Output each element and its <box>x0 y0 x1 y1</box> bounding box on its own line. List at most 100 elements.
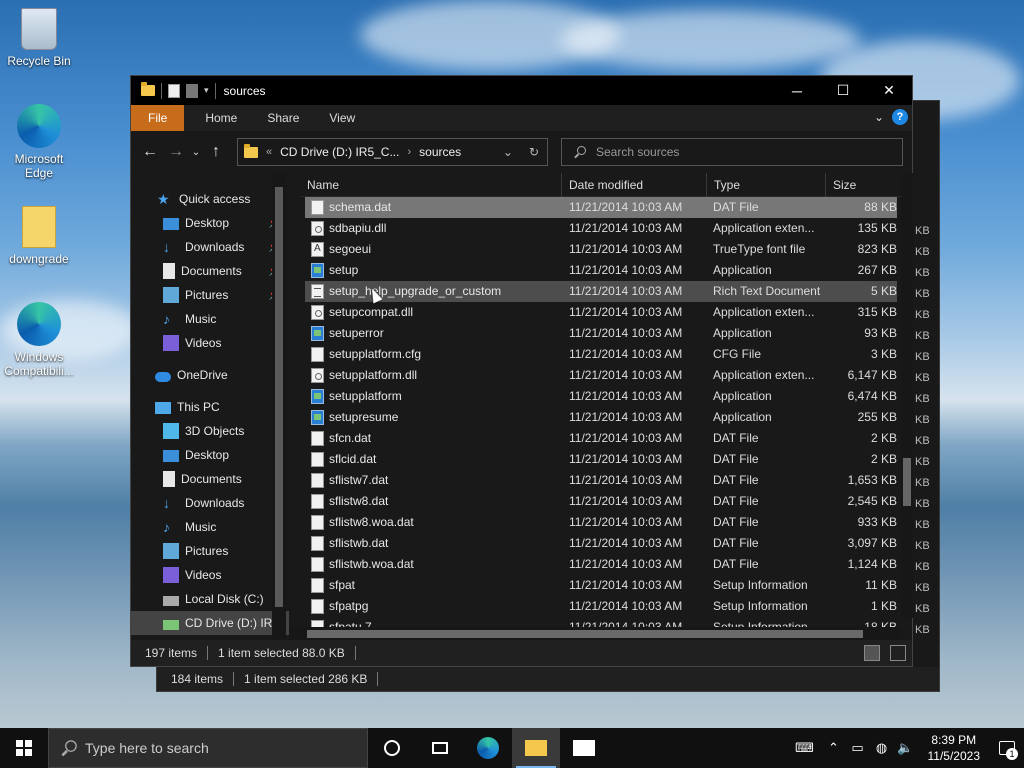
table-row[interactable]: setupplatform 11/21/2014 10:03 AM Applicat… <box>305 386 897 407</box>
refresh-icon[interactable]: ↻ <box>529 145 539 159</box>
folder-icon <box>141 82 155 96</box>
close-button[interactable]: ✕ <box>866 76 912 105</box>
nav-item-downloads[interactable]: ↓ Downloads <box>131 491 289 515</box>
explorer-window[interactable]: ▾ sources ─ ☐ ✕ File Home Share View ⌄ ?… <box>130 75 913 667</box>
nav-scrollbar[interactable] <box>272 173 286 641</box>
table-row[interactable]: sdbapiu.dll 11/21/2014 10:03 AM Applicatio… <box>305 218 897 239</box>
address-bar[interactable]: « CD Drive (D:) IR5_C... › sources ⌄ ↻ <box>237 138 548 166</box>
table-row[interactable]: sflistw8.dat 11/21/2014 10:03 AM DAT File 2… <box>305 491 897 512</box>
file-list-scrollbar[interactable] <box>901 173 913 618</box>
task-view-button[interactable] <box>416 728 464 768</box>
scrollbar-thumb[interactable] <box>903 458 911 506</box>
address-overflow[interactable]: « <box>266 146 272 158</box>
expand-ribbon-icon[interactable]: ⌄ <box>874 110 884 124</box>
table-row[interactable]: sfcn.dat 11/21/2014 10:03 AM DAT File 2 KB <box>305 428 897 449</box>
help-icon[interactable]: ? <box>892 109 908 125</box>
chevron-down-icon[interactable]: ⌄ <box>503 145 513 159</box>
table-row[interactable]: sfpatpg 11/21/2014 10:03 AM Setup Informat… <box>305 596 897 617</box>
new-folder-icon[interactable] <box>186 83 198 98</box>
nav-item-documents[interactable]: Documents📌 <box>131 259 289 283</box>
customize-toolbar-icon[interactable]: ▾ <box>204 85 209 96</box>
nav-item-desktop[interactable]: Desktop📌 <box>131 211 289 235</box>
desktop-icon-edge[interactable]: Microsoft Edge <box>2 104 76 180</box>
nav-onedrive[interactable]: OneDrive <box>131 363 289 387</box>
large-icons-view-icon[interactable] <box>890 645 906 661</box>
nav-item-videos[interactable]: Videos <box>131 331 289 355</box>
minimize-button[interactable]: ─ <box>774 76 820 105</box>
scrollbar-thumb[interactable] <box>275 187 283 607</box>
table-row[interactable]: sflistw7.dat 11/21/2014 10:03 AM DAT File 1… <box>305 470 897 491</box>
nav-quick-access[interactable]: ★ Quick access <box>131 187 289 211</box>
tab-home[interactable]: Home <box>190 105 252 131</box>
nav-item-3d-objects[interactable]: 3D Objects <box>131 419 289 443</box>
cell-name: sflistw7.dat <box>329 473 389 487</box>
nav-item-local-disk-c-[interactable]: Local Disk (C:) <box>131 587 289 611</box>
maximize-button[interactable]: ☐ <box>820 76 866 105</box>
column-size[interactable]: Size <box>827 173 907 197</box>
volume-muted-icon[interactable]: 🔈 <box>894 740 918 756</box>
meet-now-icon[interactable]: ▭ <box>846 740 870 756</box>
column-date[interactable]: Date modified <box>563 173 707 197</box>
nav-item-music[interactable]: ♪ Music <box>131 307 289 331</box>
table-row[interactable]: sflistw8.woa.dat 11/21/2014 10:03 AM DAT F… <box>305 512 897 533</box>
nav-item-pictures[interactable]: Pictures <box>131 539 289 563</box>
clock[interactable]: 8:39 PM 11/5/2023 <box>918 732 991 764</box>
table-row[interactable]: sflistwb.dat 11/21/2014 10:03 AM DAT File 3… <box>305 533 897 554</box>
column-name[interactable]: Name <box>301 173 562 197</box>
up-arrow-icon[interactable]: ↑ <box>203 143 229 161</box>
table-row[interactable]: setup 11/21/2014 10:03 AM Application 267 K… <box>305 260 897 281</box>
nav-item-cd-drive-d-ir5[interactable]: CD Drive (D:) IR5 <box>131 611 289 635</box>
table-row[interactable]: sflcid.dat 11/21/2014 10:03 AM DAT File 2 K… <box>305 449 897 470</box>
table-row[interactable]: setupplatform.cfg 11/21/2014 10:03 AM CFG … <box>305 344 897 365</box>
network-icon[interactable]: ◍ <box>870 740 894 756</box>
nav-item-pictures[interactable]: Pictures📌 <box>131 283 289 307</box>
tab-share[interactable]: Share <box>252 105 314 131</box>
recent-locations-icon[interactable]: ⌄ <box>189 147 203 158</box>
nav-item-documents[interactable]: Documents <box>131 467 289 491</box>
cell-name: setupplatform.cfg <box>329 347 422 361</box>
table-row[interactable]: setupplatform.dll 11/21/2014 10:03 AM Appl… <box>305 365 897 386</box>
show-hidden-icons[interactable]: ⌃ <box>822 740 846 756</box>
desktop-icon-windows-compat[interactable]: Windows Compatibili... <box>2 302 76 378</box>
nav-item-downloads[interactable]: ↓Downloads📌 <box>131 235 289 259</box>
table-row[interactable]: segoeui 11/21/2014 10:03 AM TrueType font … <box>305 239 897 260</box>
table-row[interactable]: setupcompat.dll 11/21/2014 10:03 AM Applic… <box>305 302 897 323</box>
search-input[interactable]: Search sources <box>561 138 903 166</box>
properties-icon[interactable] <box>168 83 180 98</box>
circle-icon <box>384 740 400 756</box>
touch-keyboard-icon[interactable]: ⌨ <box>788 740 822 756</box>
forward-arrow-icon[interactable]: → <box>163 143 189 161</box>
taskbar-mail[interactable] <box>560 728 608 768</box>
start-button[interactable] <box>0 728 48 768</box>
back-arrow-icon[interactable]: ← <box>137 143 163 161</box>
nav-item-music[interactable]: ♪ Music <box>131 515 289 539</box>
cortana-button[interactable] <box>368 728 416 768</box>
taskbar-edge[interactable] <box>464 728 512 768</box>
nav-item-videos[interactable]: Videos <box>131 563 289 587</box>
horizontal-scrollbar[interactable] <box>289 627 901 641</box>
tab-file[interactable]: File <box>131 105 185 131</box>
taskbar-search[interactable]: Type here to search <box>48 728 368 768</box>
column-type[interactable]: Type <box>708 173 826 197</box>
details-view-icon[interactable] <box>864 645 880 661</box>
mail-icon <box>573 740 595 756</box>
action-center-button[interactable]: 1 <box>990 728 1024 768</box>
tab-view[interactable]: View <box>314 105 370 131</box>
scrollbar-thumb[interactable] <box>307 630 863 638</box>
table-row[interactable]: sfpat 11/21/2014 10:03 AM Setup Informatio… <box>305 575 897 596</box>
table-row[interactable]: setupresume 11/21/2014 10:03 AM Applicatio… <box>305 407 897 428</box>
table-row[interactable]: setuperror 11/21/2014 10:03 AM Application… <box>305 323 897 344</box>
table-row[interactable]: setup_help_upgrade_or_custom 11/21/2014 1… <box>305 281 897 302</box>
nav-item-desktop[interactable]: Desktop <box>131 443 289 467</box>
cell-date: 11/21/2014 10:03 AM <box>569 557 683 571</box>
table-row[interactable]: schema.dat 11/21/2014 10:03 AM DAT File 88 … <box>305 197 897 218</box>
title-bar[interactable]: ▾ sources ─ ☐ ✕ <box>131 76 912 105</box>
breadcrumb-drive[interactable]: CD Drive (D:) IR5_C... <box>280 145 399 159</box>
taskbar-file-explorer[interactable] <box>512 728 560 768</box>
breadcrumb-sources[interactable]: sources <box>419 145 461 159</box>
nav-label: OneDrive <box>177 368 228 382</box>
desktop-icon-recycle-bin[interactable]: Recycle Bin <box>2 8 76 68</box>
table-row[interactable]: sflistwb.woa.dat 11/21/2014 10:03 AM DAT F… <box>305 554 897 575</box>
desktop-icon-downgrade[interactable]: downgrade <box>2 206 76 266</box>
nav-this-pc[interactable]: This PC <box>131 395 289 419</box>
